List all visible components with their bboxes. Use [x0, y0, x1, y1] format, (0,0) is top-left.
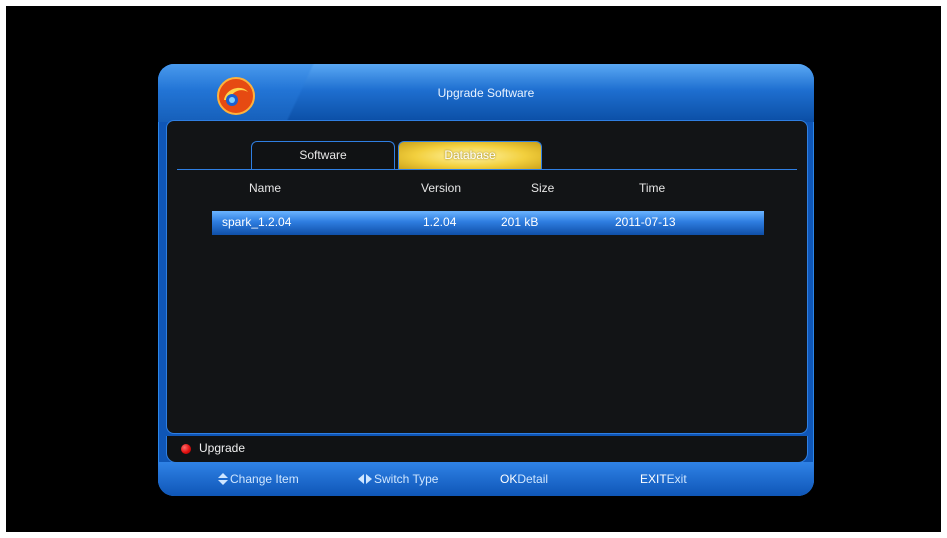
tab-software[interactable]: Software [251, 141, 395, 170]
help-exit: EXITExit [640, 472, 687, 486]
left-right-arrow-icon [358, 474, 372, 484]
window-title: Upgrade Software [437, 86, 535, 100]
row-size: 201 kB [501, 215, 539, 229]
row-time: 2011-07-13 [615, 215, 676, 229]
column-header-version: Version [421, 181, 462, 195]
table-header: Name Version Size Time [167, 177, 807, 199]
row-name: spark_1.2.04 [222, 215, 292, 229]
help-exit-key: EXIT [640, 472, 667, 486]
help-ok-key: OK [500, 472, 518, 486]
red-button-icon [181, 444, 191, 454]
upgrade-software-window: Upgrade Software Software Database Name … [158, 64, 814, 496]
help-switch-type: Switch Type [358, 472, 438, 486]
help-exit-label: Exit [666, 472, 687, 486]
help-ok-detail: OKDetail [500, 472, 548, 486]
column-header-time: Time [639, 181, 666, 195]
column-header-size: Size [531, 181, 555, 195]
tab-database[interactable]: Database [398, 141, 542, 170]
help-switch-type-label: Switch Type [374, 472, 439, 486]
table-row[interactable]: spark_1.2.04 1.2.04 201 kB 2011-07-13 [212, 211, 764, 235]
help-bar: Change Item Switch Type OKDetail EXITExi… [158, 462, 814, 496]
column-header-name: Name [249, 181, 282, 195]
help-change-item-label: Change Item [230, 472, 299, 486]
row-version: 1.2.04 [423, 215, 457, 229]
help-ok-label: Detail [517, 472, 549, 486]
upgrade-action[interactable]: Upgrade [199, 441, 245, 455]
help-change-item: Change Item [218, 472, 299, 486]
tv-screen: Upgrade Software Software Database Name … [6, 6, 941, 532]
content-panel: Software Database Name Version Size Time… [166, 120, 808, 434]
action-strip: Upgrade [166, 436, 808, 463]
title-bar: Upgrade Software [158, 64, 814, 122]
up-down-arrow-icon [218, 473, 228, 485]
tab-divider [177, 169, 797, 170]
